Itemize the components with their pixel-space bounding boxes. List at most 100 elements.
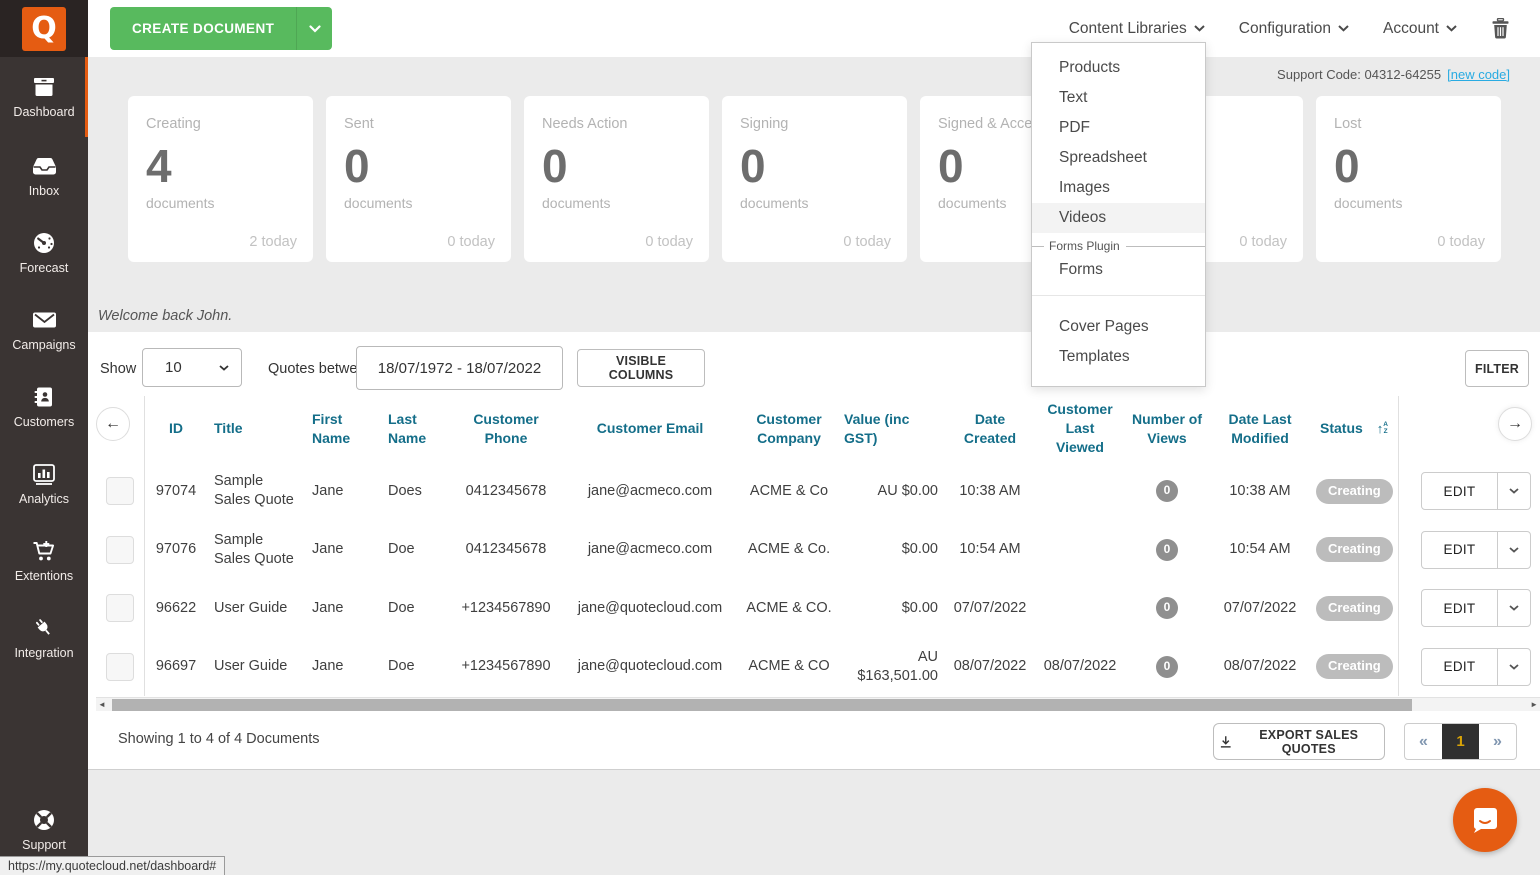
scrollbar-thumb[interactable]: [112, 699, 1412, 711]
sidebar-item-extentions[interactable]: Extentions: [0, 522, 88, 599]
sidebar-item-dashboard[interactable]: Dashboard: [0, 57, 88, 137]
column-header-value-inc-gst-[interactable]: Value (inc GST): [838, 410, 944, 448]
export-sales-quotes-button[interactable]: EXPORT SALES QUOTES: [1213, 723, 1385, 760]
stat-card-today-count: 0 today: [645, 234, 693, 250]
column-header-status[interactable]: Status ↑ A Z: [1310, 419, 1398, 438]
views-count-badge: 0: [1156, 597, 1178, 620]
chevron-down-icon: [1194, 25, 1205, 32]
create-document-caret[interactable]: [296, 7, 332, 50]
edit-dropdown-caret[interactable]: [1497, 531, 1530, 568]
pagination-current-page[interactable]: 1: [1442, 724, 1479, 759]
sidebar-item-inbox[interactable]: Inbox: [0, 137, 88, 214]
live-chat-button[interactable]: [1453, 788, 1517, 852]
status-badge: Creating: [1316, 478, 1393, 504]
sidebar-item-campaigns[interactable]: Campaigns: [0, 291, 88, 368]
edit-button-label[interactable]: EDIT: [1422, 473, 1497, 509]
nav-configuration[interactable]: Configuration: [1239, 20, 1349, 38]
nav-account[interactable]: Account: [1383, 20, 1457, 38]
edit-button[interactable]: EDIT: [1421, 472, 1531, 511]
menu-item-products[interactable]: Products: [1032, 53, 1205, 83]
stat-card-unit: documents: [740, 195, 809, 211]
row-checkbox[interactable]: [106, 594, 134, 623]
sidebar-item-support[interactable]: Support: [0, 797, 88, 863]
menu-item-pdf[interactable]: PDF: [1032, 113, 1205, 143]
menu-item-spreadsheet[interactable]: Spreadsheet: [1032, 143, 1205, 173]
column-header-customer-company[interactable]: Customer Company: [740, 410, 838, 448]
visible-columns-button[interactable]: VISIBLE COLUMNS: [577, 349, 705, 387]
status-badge: Creating: [1316, 595, 1393, 621]
column-header-title[interactable]: Title: [208, 419, 306, 438]
nav-content-libraries[interactable]: Content Libraries: [1069, 20, 1205, 38]
table-body: 97074 Sample Sales Quote Jane Does 041234567…: [96, 462, 1398, 696]
edit-button-label[interactable]: EDIT: [1422, 532, 1497, 568]
edit-button[interactable]: EDIT: [1421, 589, 1531, 628]
sidebar-item-customers[interactable]: Customers: [0, 368, 88, 445]
column-header-date-last-modified[interactable]: Date Last Modified: [1210, 410, 1310, 448]
stat-card-title: Lost: [1334, 116, 1362, 132]
column-header-customer-last-viewed[interactable]: Customer Last Viewed: [1036, 400, 1124, 457]
create-document-label: CREATE DOCUMENT: [132, 21, 275, 36]
stat-card-today-count: 0 today: [1437, 234, 1485, 250]
cell-date-modified: 10:54 AM: [1229, 541, 1291, 558]
table-divider-right: [1398, 396, 1399, 696]
menu-item-cover-pages[interactable]: Cover Pages: [1032, 312, 1205, 342]
edit-button[interactable]: EDIT: [1421, 647, 1531, 686]
cell-company: ACME & Co.: [747, 541, 831, 558]
column-header-last-name[interactable]: Last Name: [382, 410, 452, 448]
scroll-columns-right-button[interactable]: →: [1498, 407, 1532, 441]
scrollbar-left-arrow-icon[interactable]: ◄: [98, 698, 106, 712]
stat-card-unit: documents: [1334, 195, 1403, 211]
column-header-first-name[interactable]: First Name: [306, 410, 382, 448]
column-header-customer-phone[interactable]: Customer Phone: [452, 410, 560, 448]
cell-date-created: 10:54 AM: [959, 541, 1021, 558]
stat-card-title: Signing: [740, 116, 789, 132]
menu-item-forms[interactable]: Forms: [1032, 255, 1205, 285]
edit-button-label[interactable]: EDIT: [1422, 649, 1497, 685]
sidebar-item-integration[interactable]: Integration: [0, 599, 88, 676]
edit-button-label[interactable]: EDIT: [1422, 590, 1497, 626]
show-select[interactable]: 10: [142, 348, 242, 387]
column-header-number-of-views[interactable]: Number of Views: [1124, 410, 1210, 448]
stat-card-today-count: 2 today: [249, 234, 297, 250]
sidebar-item-label: Inbox: [28, 183, 60, 198]
horizontal-scrollbar[interactable]: ◄ ►: [96, 697, 1540, 711]
sort-alpha-icon[interactable]: ↑ A Z: [1377, 420, 1388, 438]
show-label: Show: [100, 361, 137, 377]
menu-item-templates[interactable]: Templates: [1032, 342, 1205, 372]
menu-item-videos[interactable]: Videos: [1032, 203, 1205, 233]
cell-title: User Guide: [214, 599, 288, 616]
column-header-customer-email[interactable]: Customer Email: [560, 419, 740, 438]
cell-last-name: Doe: [388, 599, 415, 616]
sidebar-item-forecast[interactable]: Forecast: [0, 214, 88, 291]
menu-item-text[interactable]: Text: [1032, 83, 1205, 113]
new-code-link[interactable]: [new code]: [1447, 67, 1510, 82]
edit-dropdown-caret[interactable]: [1497, 648, 1530, 685]
scrollbar-right-arrow-icon[interactable]: ►: [1530, 698, 1538, 712]
menu-item-images[interactable]: Images: [1032, 173, 1205, 203]
row-checkbox[interactable]: [106, 535, 134, 564]
sidebar-item-label: Forecast: [19, 260, 69, 275]
row-checkbox[interactable]: [106, 652, 134, 681]
cart-plus-icon: [31, 539, 58, 563]
date-range-input[interactable]: 18/07/1972 - 18/07/2022: [356, 346, 563, 390]
app-logo[interactable]: Q: [0, 0, 88, 57]
stat-cards: Creating 4 documents 2 today Sent 0 documents 0…: [128, 96, 1501, 262]
forms-plugin-section-label: Forms Plugin: [1032, 239, 1205, 253]
create-document-button[interactable]: CREATE DOCUMENT: [110, 7, 333, 50]
row-checkbox[interactable]: [106, 477, 134, 506]
column-header-date-created[interactable]: Date Created: [944, 410, 1036, 448]
edit-button[interactable]: EDIT: [1421, 530, 1531, 569]
edit-dropdown-caret[interactable]: [1497, 590, 1530, 627]
edit-dropdown-caret[interactable]: [1497, 473, 1530, 510]
cell-title: User Guide: [214, 658, 288, 675]
column-header-id[interactable]: ID: [144, 419, 208, 438]
stat-card-lost: Lost 0 documents 0 today: [1316, 96, 1501, 262]
sidebar: Q Dashboard Inbox Forecast Campaigns Custome…: [0, 0, 88, 875]
filter-button[interactable]: FILTER: [1465, 350, 1529, 387]
cell-title: Sample Sales Quote: [214, 531, 294, 567]
trash-icon[interactable]: [1491, 18, 1510, 39]
content-libraries-menu: Products Text PDF Spreadsheet Images Videos F…: [1031, 42, 1206, 387]
pagination-prev-button[interactable]: «: [1405, 724, 1442, 759]
sidebar-item-analytics[interactable]: Analytics: [0, 445, 88, 522]
pagination-next-button[interactable]: »: [1479, 724, 1516, 759]
